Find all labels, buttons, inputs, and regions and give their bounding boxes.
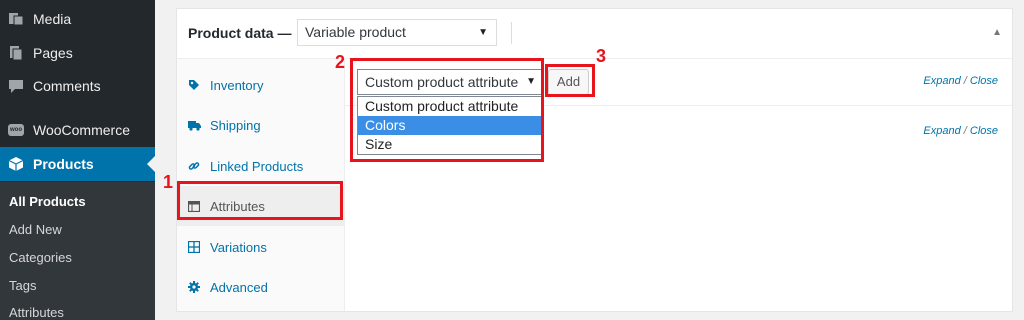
product-type-value: Variable product [305,24,406,40]
current-menu-arrow [147,156,155,172]
tab-label: Variations [210,239,267,255]
annotation-number-1: 1 [163,172,174,192]
menu-item-media[interactable]: Media [0,2,155,36]
tab-shipping[interactable]: Shipping [177,105,344,145]
annotation-number-3: 3 [596,46,607,66]
products-icon [8,156,24,172]
menu-label: Media [33,11,72,27]
collapse-toggle-icon[interactable]: ▲ [992,27,1002,38]
expand-link[interactable]: Expand [923,125,960,137]
tab-linked-products[interactable]: Linked Products [177,146,344,186]
menu-label: WooCommerce [33,122,130,138]
tab-inventory[interactable]: Inventory [177,65,344,105]
menu-item-products[interactable]: Products [0,147,155,181]
product-data-panel: Product data — Variable product ▼ ▲ Inve… [176,8,1013,312]
woo-badge: woo [8,124,24,136]
comments-icon [8,78,24,94]
annotation-number-2: 2 [335,52,346,72]
close-link[interactable]: Close [970,125,998,137]
menu-item-woocommerce[interactable]: woo WooCommerce [0,113,155,147]
media-icon [8,11,24,27]
highlight-box-add-button [545,64,595,97]
submenu-add-new[interactable]: Add New [9,222,62,237]
tag-icon [187,79,201,91]
tab-label: Inventory [210,77,264,93]
products-submenu: All Products Add New Categories Tags Att… [0,182,155,320]
menu-item-comments[interactable]: Comments [0,69,155,103]
product-data-title: Product data — [188,25,292,41]
tab-label: Linked Products [210,158,304,174]
tab-variations[interactable]: Variations [177,227,344,267]
expand-close-separator: / [963,75,967,87]
highlight-box-attributes-tab [177,181,343,220]
pages-icon [8,45,24,61]
submenu-categories[interactable]: Categories [9,250,72,265]
truck-icon [187,120,201,131]
submenu-attributes[interactable]: Attributes [9,305,64,320]
tab-label: Advanced [210,279,268,295]
expand-link[interactable]: Expand [923,75,960,87]
close-link[interactable]: Close [970,75,998,87]
gear-icon [187,281,201,293]
tab-advanced[interactable]: Advanced [177,267,344,307]
woocommerce-icon: woo [8,122,24,138]
menu-label: Products [33,156,94,172]
link-icon [187,160,201,172]
menu-label: Pages [33,45,73,61]
expand-close-toolbar: Expand / Close [923,75,998,87]
tab-label: Shipping [210,117,261,133]
header-divider [511,22,512,44]
menu-label: Comments [33,78,101,94]
submenu-all-products[interactable]: All Products [9,194,86,209]
panel-header: Product data — Variable product ▼ ▲ [177,9,1012,59]
expand-close-separator: / [963,125,967,137]
chevron-down-icon: ▼ [478,27,488,38]
submenu-tags[interactable]: Tags [9,278,36,293]
menu-item-pages[interactable]: Pages [0,36,155,70]
product-type-select[interactable]: Variable product ▼ [297,19,497,46]
grid-icon [187,241,201,253]
admin-sidebar: Media Pages Comments woo WooCommerce Pro… [0,0,155,320]
highlight-box-attribute-select [350,58,544,162]
expand-close-bottom: Expand / Close [923,125,998,137]
